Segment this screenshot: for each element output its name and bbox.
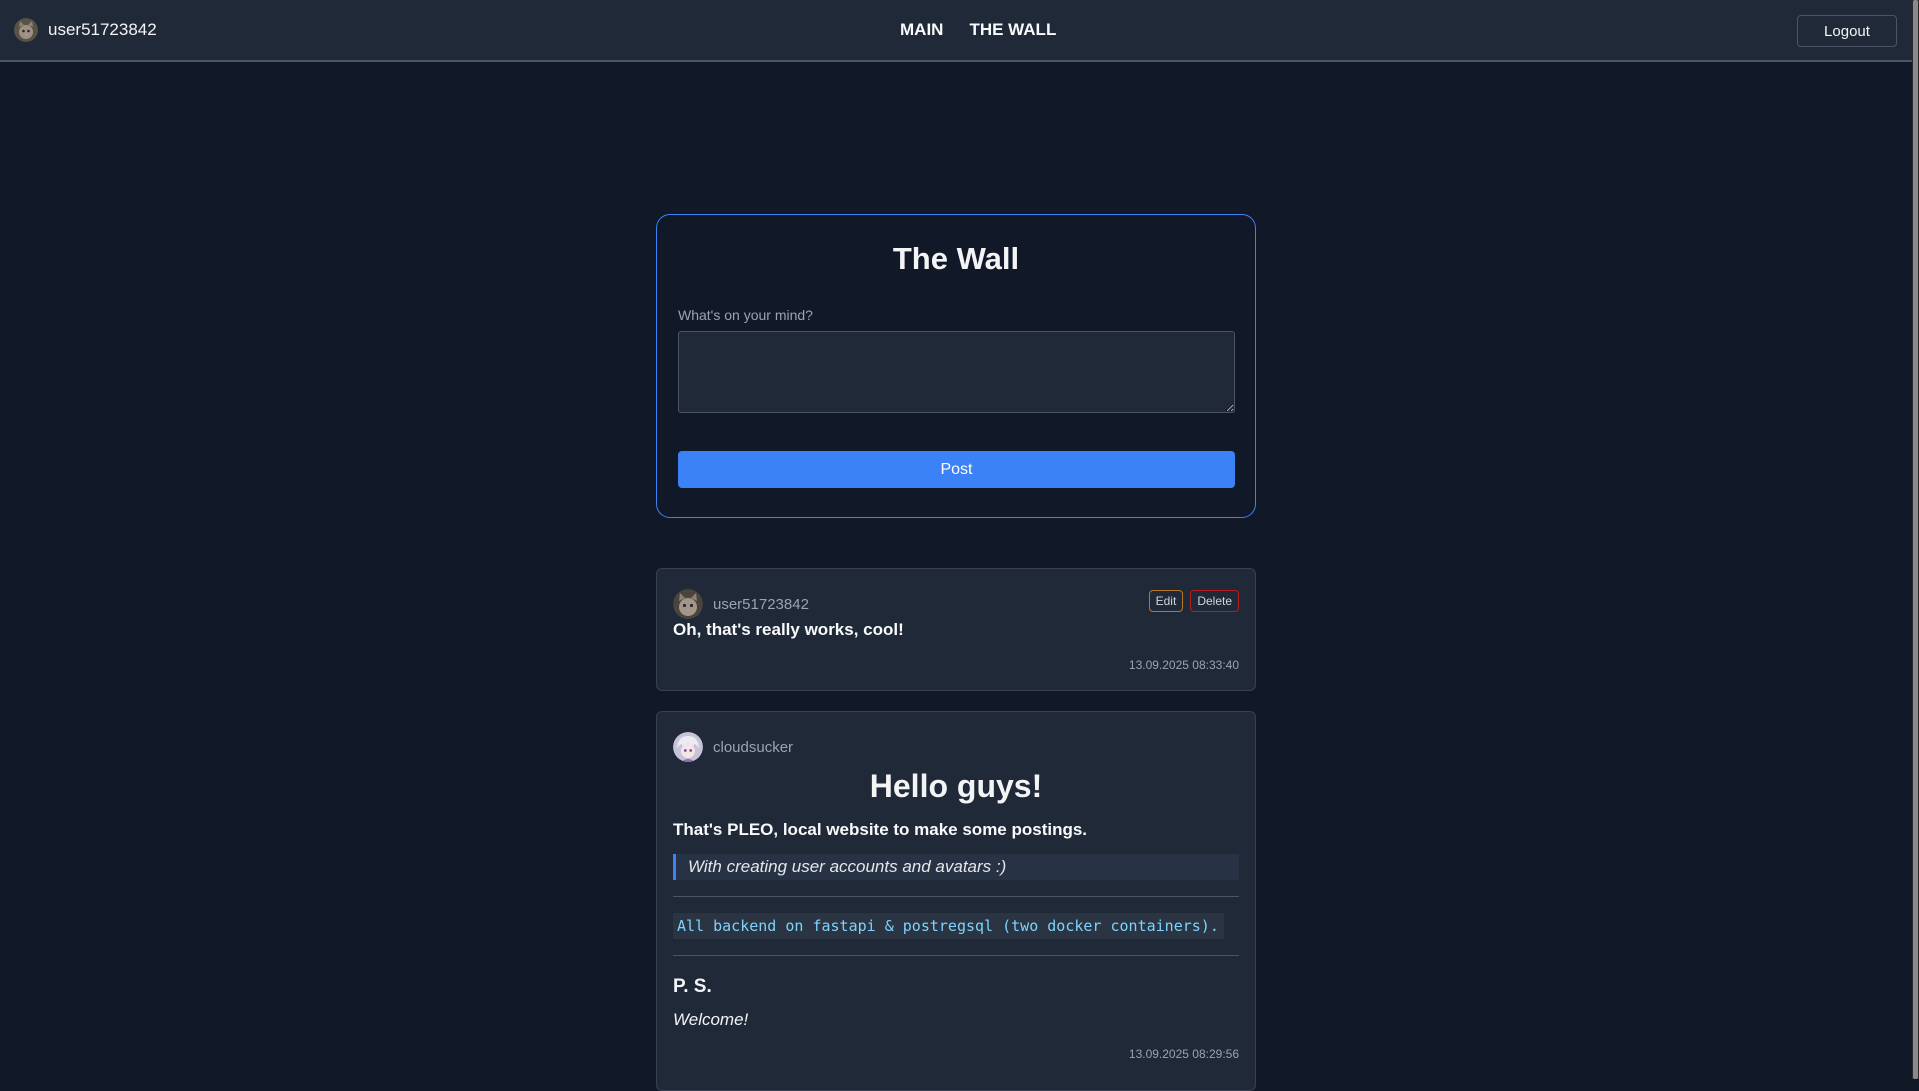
post-divider — [673, 896, 1239, 897]
main-nav: MAIN THE WALL — [900, 20, 1056, 40]
current-username: user51723842 — [48, 20, 157, 39]
composer-label: What's on your mind? — [678, 307, 813, 323]
post-actions: Edit Delete — [1148, 590, 1239, 612]
post-divider — [673, 955, 1239, 956]
scrollbar-thumb[interactable] — [1913, 0, 1918, 1079]
nav-the-wall[interactable]: THE WALL — [969, 20, 1056, 40]
post-composer: The Wall What's on your mind? Post — [656, 214, 1256, 518]
post-strong-text: That's PLEO, local website to make some … — [673, 820, 1088, 839]
post-author[interactable]: user51723842 — [713, 596, 809, 613]
nav-main[interactable]: MAIN — [900, 20, 943, 40]
page-title: The Wall — [892, 241, 1020, 276]
post-emphasis: Welcome! — [673, 1010, 749, 1029]
post-body: Oh, that's really works, cool! — [673, 620, 904, 639]
post-header: user51723842 — [673, 589, 809, 619]
delete-button[interactable]: Delete — [1190, 590, 1239, 612]
post-header: cloudsucker — [673, 732, 793, 762]
post-button[interactable]: Post — [678, 451, 1235, 488]
post-author[interactable]: cloudsucker — [713, 739, 793, 756]
post-heading: Hello guys! — [869, 768, 1043, 804]
post-timestamp: 13.09.2025 08:29:56 — [1128, 1047, 1239, 1061]
cat-avatar-icon — [14, 18, 38, 42]
anime-avatar-icon — [673, 732, 703, 762]
post-card: cloudsucker Hello guys! That's PLEO, loc… — [656, 711, 1256, 1091]
current-user[interactable]: user51723842 — [14, 18, 157, 42]
post-timestamp: 13.09.2025 08:33:40 — [1128, 658, 1239, 672]
post-subheading: P. S. — [673, 976, 712, 997]
logout-button[interactable]: Logout — [1797, 15, 1897, 47]
edit-button[interactable]: Edit — [1148, 590, 1184, 612]
cat-avatar-icon — [673, 589, 703, 619]
post-code: All backend on fastapi & postregsql (two… — [673, 913, 1224, 939]
post-textarea[interactable] — [678, 331, 1235, 413]
post-blockquote: With creating user accounts and avatars … — [673, 854, 1239, 880]
post-card: user51723842 Edit Delete Oh, that's real… — [656, 568, 1256, 691]
top-navbar: user51723842 MAIN THE WALL Logout — [0, 0, 1912, 62]
